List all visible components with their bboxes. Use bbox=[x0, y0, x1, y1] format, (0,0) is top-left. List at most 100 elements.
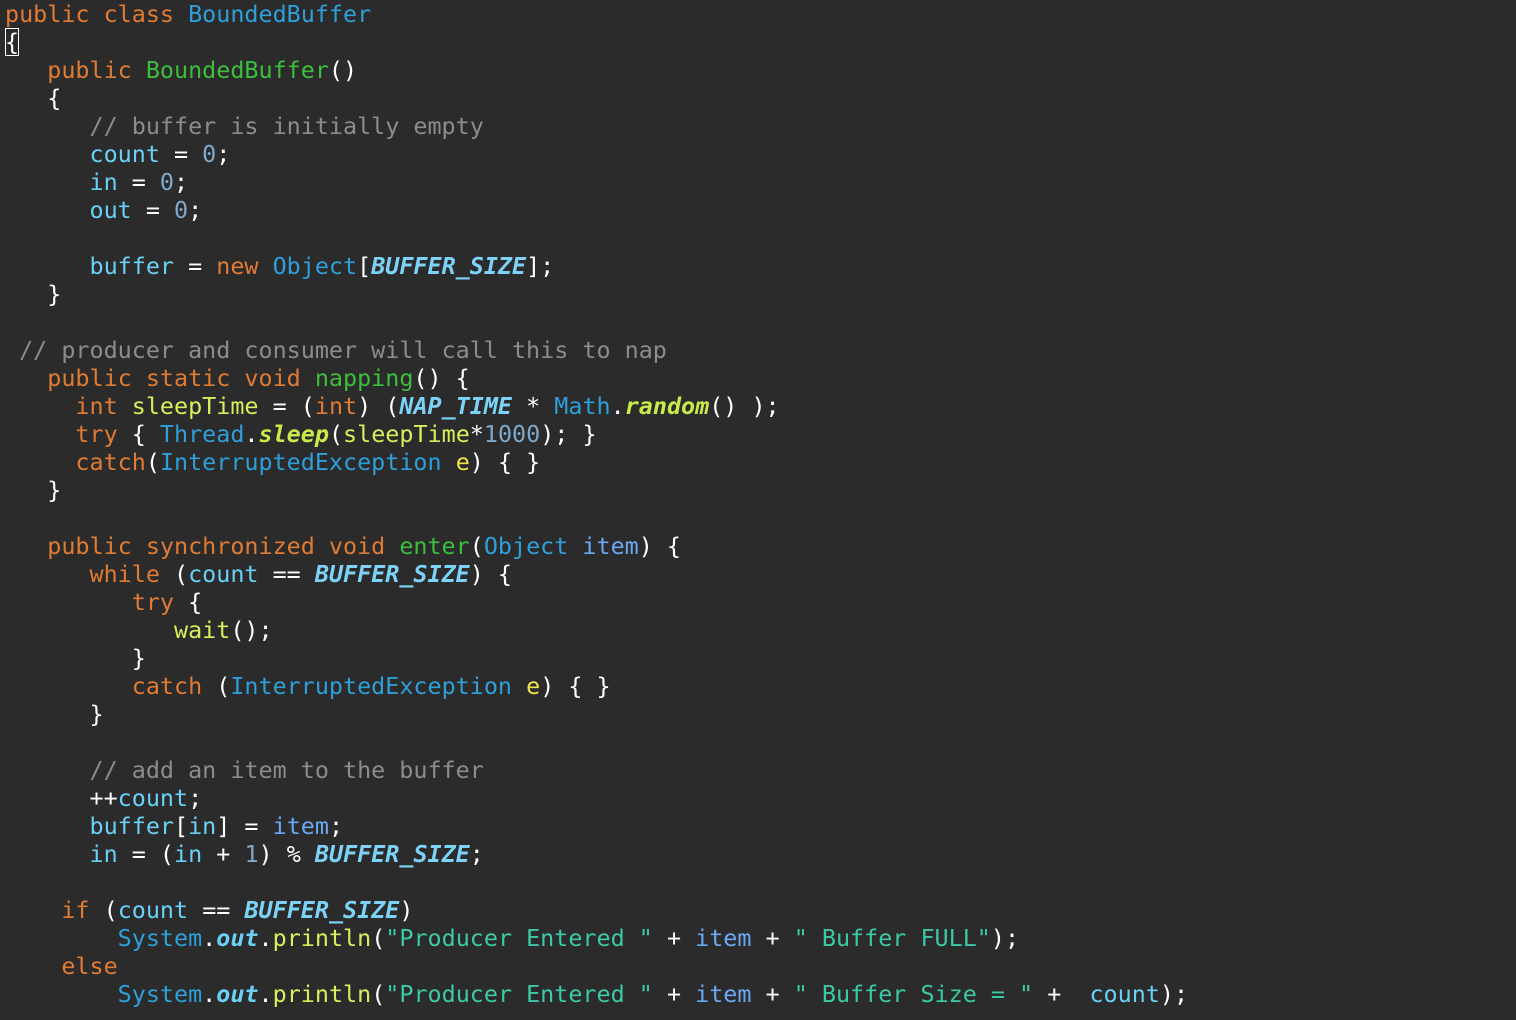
number-token: 1000 bbox=[483, 420, 541, 448]
plain-token: ) { bbox=[469, 560, 513, 588]
code-line[interactable]: // buffer is initially empty bbox=[5, 112, 1516, 140]
keyword-token: public bbox=[47, 56, 146, 84]
number-token: 0 bbox=[202, 140, 217, 168]
code-editor[interactable]: public class BoundedBuffer{ public Bound… bbox=[0, 0, 1516, 1020]
keyword-token: catch bbox=[75, 448, 146, 476]
code-line[interactable]: ++count; bbox=[5, 784, 1516, 812]
code-line[interactable]: public static void napping() { bbox=[5, 364, 1516, 392]
static-method-token: sleep bbox=[258, 420, 329, 448]
keyword-token: new bbox=[216, 252, 273, 280]
method-name-token: napping bbox=[314, 364, 414, 392]
plain-token: ; bbox=[188, 196, 203, 224]
plain-token: = bbox=[131, 196, 174, 224]
code-line[interactable]: catch (InterruptedException e) { } bbox=[5, 672, 1516, 700]
plain-token: . bbox=[202, 980, 217, 1008]
code-line[interactable]: try { bbox=[5, 588, 1516, 616]
code-line[interactable]: // producer and consumer will call this … bbox=[5, 336, 1516, 364]
comment-token: // buffer is initially empty bbox=[89, 112, 484, 140]
plain-token: + bbox=[652, 924, 696, 952]
code-line[interactable]: in = 0; bbox=[5, 168, 1516, 196]
code-content[interactable]: public class BoundedBuffer{ public Bound… bbox=[5, 0, 1516, 1008]
plain-token: } bbox=[5, 700, 104, 728]
code-line[interactable]: buffer[in] = item; bbox=[5, 812, 1516, 840]
plain-token: = bbox=[159, 140, 203, 168]
code-line[interactable]: count = 0; bbox=[5, 140, 1516, 168]
code-line[interactable]: int sleepTime = (int) (NAP_TIME * Math.r… bbox=[5, 392, 1516, 420]
plain-token: ] = bbox=[216, 812, 273, 840]
variable-token: count bbox=[89, 140, 160, 168]
method-name-token: BoundedBuffer bbox=[145, 56, 329, 84]
code-line[interactable]: System.out.println("Producer Entered " +… bbox=[5, 980, 1516, 1008]
code-line[interactable]: // add an item to the buffer bbox=[5, 756, 1516, 784]
code-line[interactable]: ​ bbox=[5, 224, 1516, 252]
plain-token: ); bbox=[990, 924, 1020, 952]
plain-token: ) { } bbox=[540, 672, 611, 700]
class-name-token: Math bbox=[554, 392, 611, 420]
code-line[interactable]: wait(); bbox=[5, 616, 1516, 644]
variable-token: buffer bbox=[89, 252, 175, 280]
plain-token: ( bbox=[145, 448, 160, 476]
code-line[interactable]: try { Thread.sleep(sleepTime*1000); } bbox=[5, 420, 1516, 448]
code-line[interactable]: System.out.println("Producer Entered " +… bbox=[5, 924, 1516, 952]
static-field-token: out bbox=[216, 924, 259, 952]
plain-token: == bbox=[258, 560, 315, 588]
code-line[interactable]: ​ bbox=[5, 308, 1516, 336]
code-line[interactable]: out = 0; bbox=[5, 196, 1516, 224]
code-line[interactable]: { bbox=[5, 28, 1516, 56]
plain-token: (); bbox=[230, 616, 273, 644]
code-line[interactable]: } bbox=[5, 644, 1516, 672]
code-line[interactable]: while (count == BUFFER_SIZE) { bbox=[5, 560, 1516, 588]
plain-token: ) { } bbox=[469, 448, 541, 476]
plain-token: ); bbox=[1159, 980, 1189, 1008]
plain-token: [ bbox=[174, 812, 189, 840]
static-field-token: out bbox=[216, 980, 259, 1008]
code-line[interactable]: in = (in + 1) % BUFFER_SIZE; bbox=[5, 840, 1516, 868]
keyword-token: public synchronized void bbox=[47, 532, 400, 560]
plain-token: + bbox=[202, 840, 245, 868]
variable-token: count bbox=[188, 560, 259, 588]
code-line[interactable]: public synchronized void enter(Object it… bbox=[5, 532, 1516, 560]
code-line[interactable]: public BoundedBuffer() bbox=[5, 56, 1516, 84]
code-line[interactable]: ​ bbox=[5, 504, 1516, 532]
identifier-token: println bbox=[272, 924, 372, 952]
code-line[interactable]: else bbox=[5, 952, 1516, 980]
plain-token: . bbox=[610, 392, 625, 420]
class-name-token: InterruptedException bbox=[159, 448, 442, 476]
class-name-token: Object bbox=[483, 532, 569, 560]
variable-token: count bbox=[117, 896, 189, 924]
comment-token: // add an item to the buffer bbox=[89, 756, 484, 784]
plain-token: ( bbox=[328, 420, 344, 448]
code-line[interactable]: } bbox=[5, 280, 1516, 308]
code-line[interactable]: } bbox=[5, 700, 1516, 728]
plain-token: ++ bbox=[5, 784, 118, 812]
constant-token: BUFFER_SIZE bbox=[314, 840, 470, 868]
code-line[interactable]: public class BoundedBuffer bbox=[5, 0, 1516, 28]
plain-token: ; bbox=[469, 840, 484, 868]
parameter-token: e bbox=[526, 672, 541, 700]
code-line[interactable]: { bbox=[5, 84, 1516, 112]
plain-token: ; bbox=[328, 812, 344, 840]
text-cursor[interactable]: { bbox=[5, 28, 20, 56]
code-line[interactable]: if (count == BUFFER_SIZE) bbox=[5, 896, 1516, 924]
plain-token: } bbox=[5, 644, 146, 672]
plain-token: ); } bbox=[540, 420, 597, 448]
plain-token: * bbox=[469, 420, 484, 448]
class-name-token: InterruptedException bbox=[230, 672, 512, 700]
string-token: " Buffer Size = " bbox=[793, 980, 1034, 1008]
code-line[interactable]: ​ bbox=[5, 728, 1516, 756]
comment-token: // producer and consumer will call this … bbox=[19, 336, 667, 364]
code-line[interactable]: buffer = new Object[BUFFER_SIZE]; bbox=[5, 252, 1516, 280]
code-line[interactable]: catch(InterruptedException e) { } bbox=[5, 448, 1516, 476]
keyword-token: public static void bbox=[47, 364, 315, 392]
code-line[interactable]: } bbox=[5, 476, 1516, 504]
code-line[interactable]: ​ bbox=[5, 868, 1516, 896]
keyword-token: if bbox=[61, 896, 90, 924]
